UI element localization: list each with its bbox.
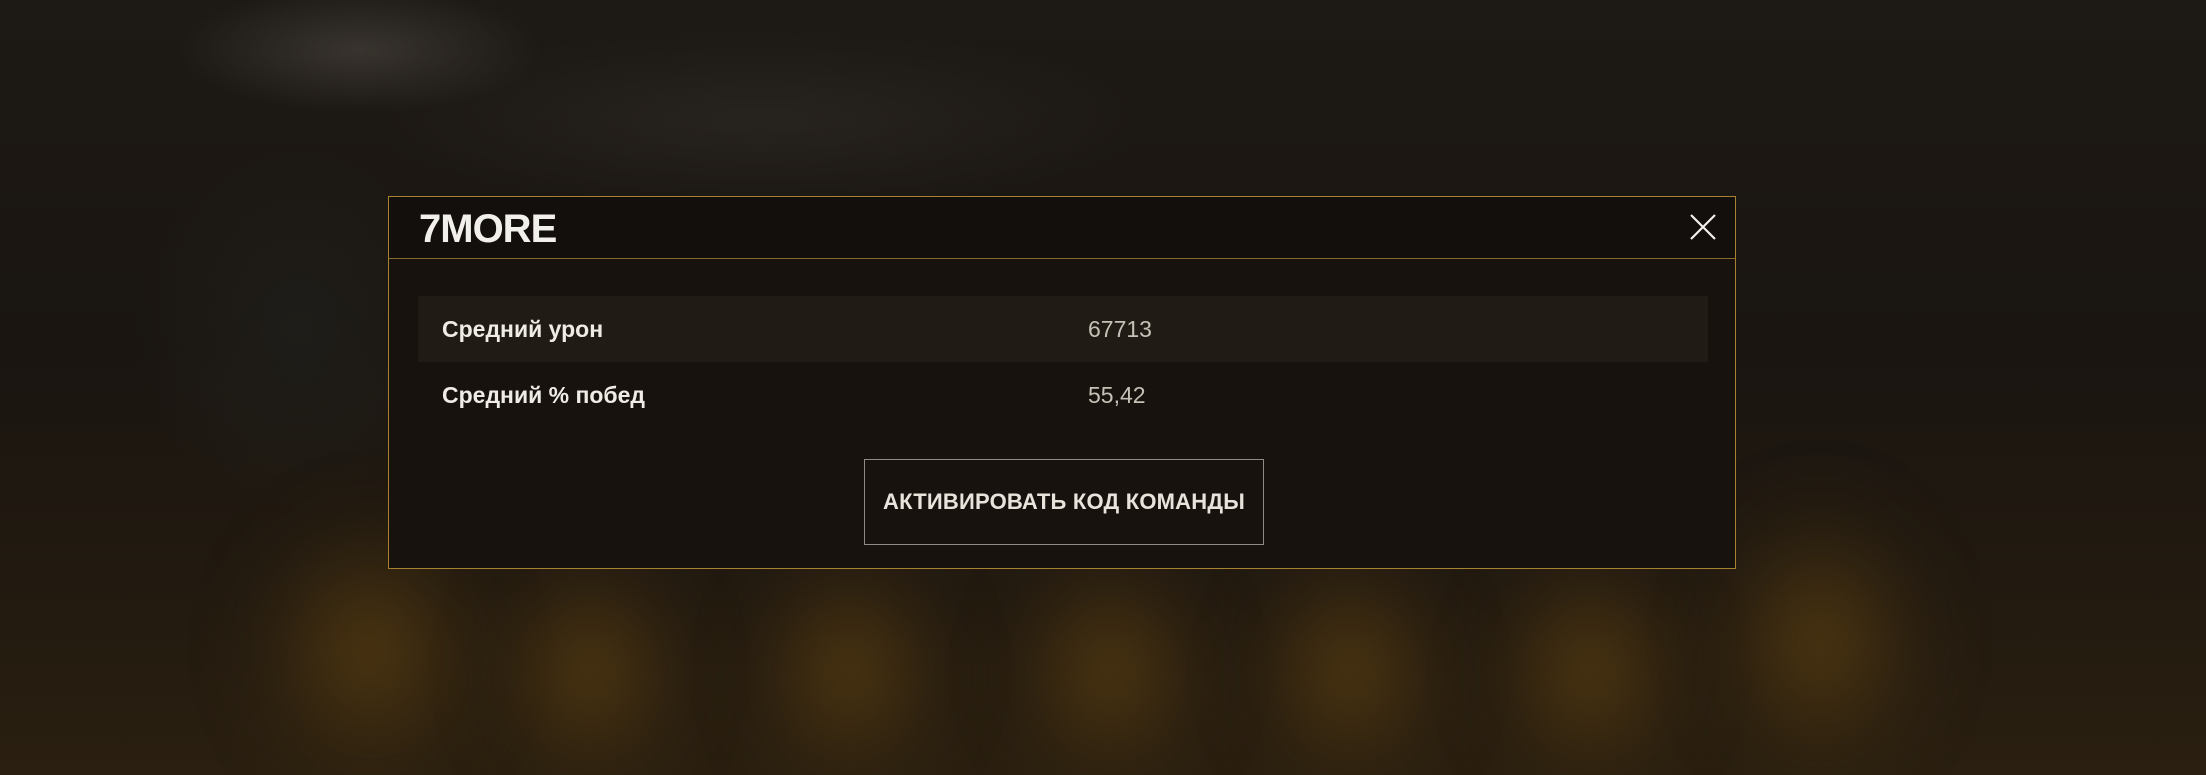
background-glow <box>1700 490 1940 775</box>
stat-label: Средний % побед <box>442 382 645 408</box>
stat-value: 67713 <box>1088 316 1152 342</box>
background-glow <box>1480 540 1700 775</box>
stats-table: Средний урон 67713 Средний % побед 55,42 <box>418 296 1708 428</box>
background-glow <box>1000 540 1220 775</box>
background-glow <box>1240 540 1460 775</box>
stat-value: 55,42 <box>1088 382 1146 408</box>
background-glow <box>740 540 960 775</box>
team-stats-dialog: 7MORE Средний урон 67713 Средний % побед… <box>388 196 1736 569</box>
background-glow <box>480 540 700 775</box>
stat-row-average-damage: Средний урон 67713 <box>418 296 1708 362</box>
close-button[interactable] <box>1687 211 1719 243</box>
stat-row-average-win-rate: Средний % побед 55,42 <box>418 362 1708 428</box>
activate-team-code-button[interactable]: АКТИВИРОВАТЬ КОД КОМАНДЫ <box>864 459 1264 545</box>
stat-label: Средний урон <box>442 316 604 342</box>
dialog-title: 7MORE <box>419 207 557 251</box>
close-icon <box>1690 214 1716 240</box>
dialog-header: 7MORE <box>389 197 1735 259</box>
